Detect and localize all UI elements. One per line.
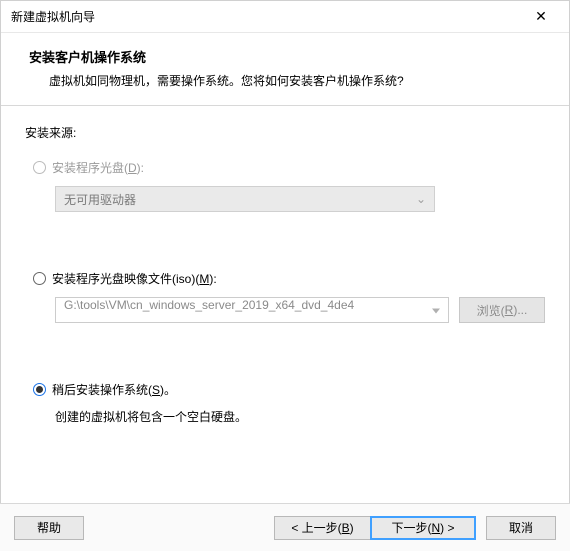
page-heading: 安装客户机操作系统	[29, 47, 541, 66]
nav-button-group: < 上一步(B) 下一步(N) >	[274, 516, 476, 540]
install-later-hint: 创建的虚拟机将包含一个空白硬盘。	[55, 408, 545, 425]
help-button[interactable]: 帮助	[14, 516, 84, 540]
browse-button[interactable]: 浏览(R)...	[459, 297, 545, 323]
next-button[interactable]: 下一步(N) >	[370, 516, 476, 540]
back-button[interactable]: < 上一步(B)	[274, 516, 370, 540]
radio-install-later-label: 稍后安装操作系统(S)。	[52, 381, 176, 398]
disc-drive-combo[interactable]: 无可用驱动器 ⌄	[55, 186, 435, 212]
titlebar: 新建虚拟机向导 ✕	[1, 1, 569, 33]
wizard-header: 安装客户机操作系统 虚拟机如同物理机，需要操作系统。您将如何安装客户机操作系统?	[1, 33, 569, 106]
radio-installer-iso[interactable]	[33, 272, 46, 285]
cancel-button[interactable]: 取消	[486, 516, 556, 540]
radio-installer-disc[interactable]	[33, 161, 46, 174]
window-title: 新建虚拟机向导	[11, 8, 521, 25]
wizard-footer: 帮助 < 上一步(B) 下一步(N) > 取消	[0, 503, 570, 551]
content-area: 安装来源: 安装程序光盘(D): 无可用驱动器 ⌄ 安装程序光盘映像文件(iso…	[1, 106, 569, 445]
iso-path-input[interactable]: G:\tools\VM\cn_windows_server_2019_x64_d…	[55, 297, 449, 323]
radio-installer-disc-label: 安装程序光盘(D):	[52, 159, 144, 176]
option-installer-disc: 安装程序光盘(D): 无可用驱动器 ⌄	[33, 159, 545, 212]
disc-drive-combo-text: 无可用驱动器	[64, 191, 136, 208]
option-install-later: 稍后安装操作系统(S)。 创建的虚拟机将包含一个空白硬盘。	[33, 381, 545, 425]
page-subheading: 虚拟机如同物理机，需要操作系统。您将如何安装客户机操作系统?	[29, 72, 541, 89]
close-icon[interactable]: ✕	[521, 3, 561, 31]
install-source-label: 安装来源:	[25, 124, 545, 141]
radio-install-later[interactable]	[33, 383, 46, 396]
option-installer-iso: 安装程序光盘映像文件(iso)(M): G:\tools\VM\cn_windo…	[33, 270, 545, 323]
radio-installer-iso-label: 安装程序光盘映像文件(iso)(M):	[52, 270, 217, 287]
chevron-down-icon: ⌄	[416, 192, 426, 206]
